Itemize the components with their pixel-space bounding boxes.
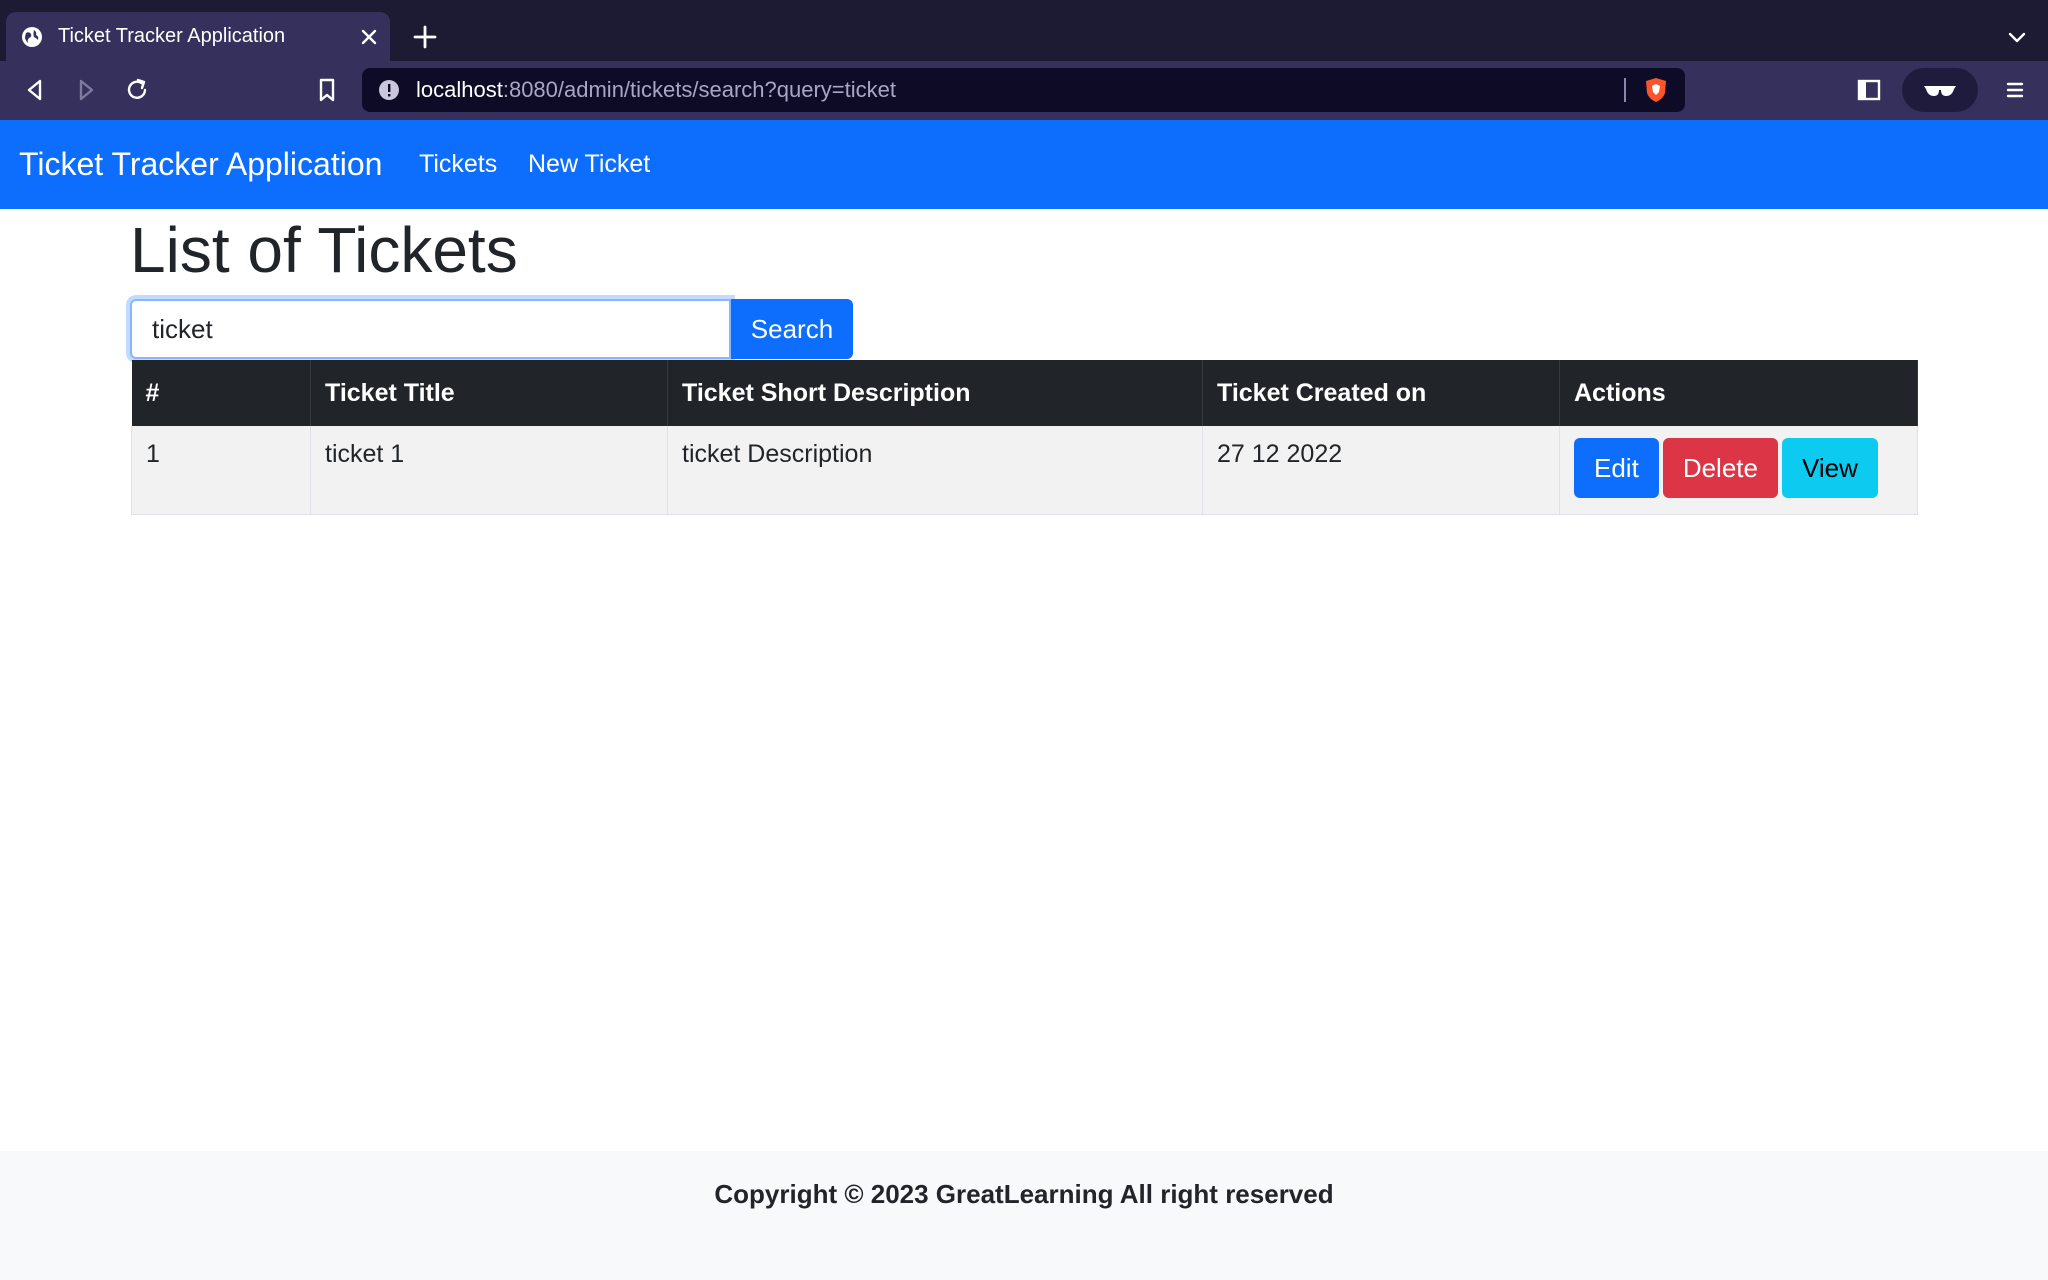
glasses-icon [1924,86,1956,96]
header-number: # [131,360,311,426]
cell-created-on: 27 12 2022 [1202,426,1560,515]
page-title: List of Tickets [130,214,518,286]
new-tab-plus-icon[interactable] [412,24,438,50]
brave-shield-icon[interactable] [1642,76,1670,104]
nav-tickets-link[interactable]: Tickets [419,148,497,180]
search-button[interactable]: Search [731,299,853,359]
browser-toolbar: localhost:8080/admin/tickets/search?quer… [0,61,2048,120]
chevron-down-icon[interactable] [2006,26,2028,48]
header-created-on: Ticket Created on [1202,360,1560,426]
cell-ticket-title: ticket 1 [310,426,668,515]
cell-description: ticket Description [667,426,1203,515]
tab-title: Ticket Tracker Application [58,25,286,47]
browser-tab[interactable]: Ticket Tracker Application [6,12,390,61]
cell-number: 1 [131,426,311,515]
app-navbar: Ticket Tracker Application Tickets New T… [0,120,2048,209]
copyright-text: Copyright © 2023 GreatLearning All right… [714,1179,1334,1209]
menu-icon[interactable] [2000,75,2030,105]
back-icon[interactable] [20,75,50,105]
vpn-glasses-button[interactable] [1902,68,1978,112]
header-ticket-title: Ticket Title [310,360,668,426]
edit-button[interactable]: Edit [1574,438,1659,498]
bookmark-icon[interactable] [312,75,342,105]
search-input[interactable] [130,299,731,359]
header-actions: Actions [1559,360,1918,426]
view-button[interactable]: View [1781,438,1878,498]
browser-tab-bar: Ticket Tracker Application [0,0,2048,61]
nav-new-ticket-link[interactable]: New Ticket [528,148,650,180]
page-footer: Copyright © 2023 GreatLearning All right… [0,1151,2048,1280]
url-text[interactable]: localhost:8080/admin/tickets/search?quer… [416,78,896,102]
tickets-table: # Ticket Title Ticket Short Description … [131,360,1918,515]
close-icon[interactable] [358,26,380,48]
header-short-description: Ticket Short Description [667,360,1203,426]
reload-icon[interactable] [122,75,152,105]
address-bar[interactable]: localhost:8080/admin/tickets/search?quer… [362,68,1685,112]
table-row: 1 ticket 1 ticket Description 27 12 2022… [131,426,1918,515]
delete-button[interactable]: Delete [1662,438,1778,498]
url-separator [1624,78,1626,102]
cell-actions: Edit Delete View [1559,426,1918,515]
sidebar-toggle-icon[interactable] [1854,75,1884,105]
globe-icon [22,27,42,47]
forward-icon[interactable] [71,75,101,105]
table-header-row: # Ticket Title Ticket Short Description … [131,360,1918,426]
info-icon[interactable] [378,79,400,101]
brand-link[interactable]: Ticket Tracker Application [19,144,382,184]
